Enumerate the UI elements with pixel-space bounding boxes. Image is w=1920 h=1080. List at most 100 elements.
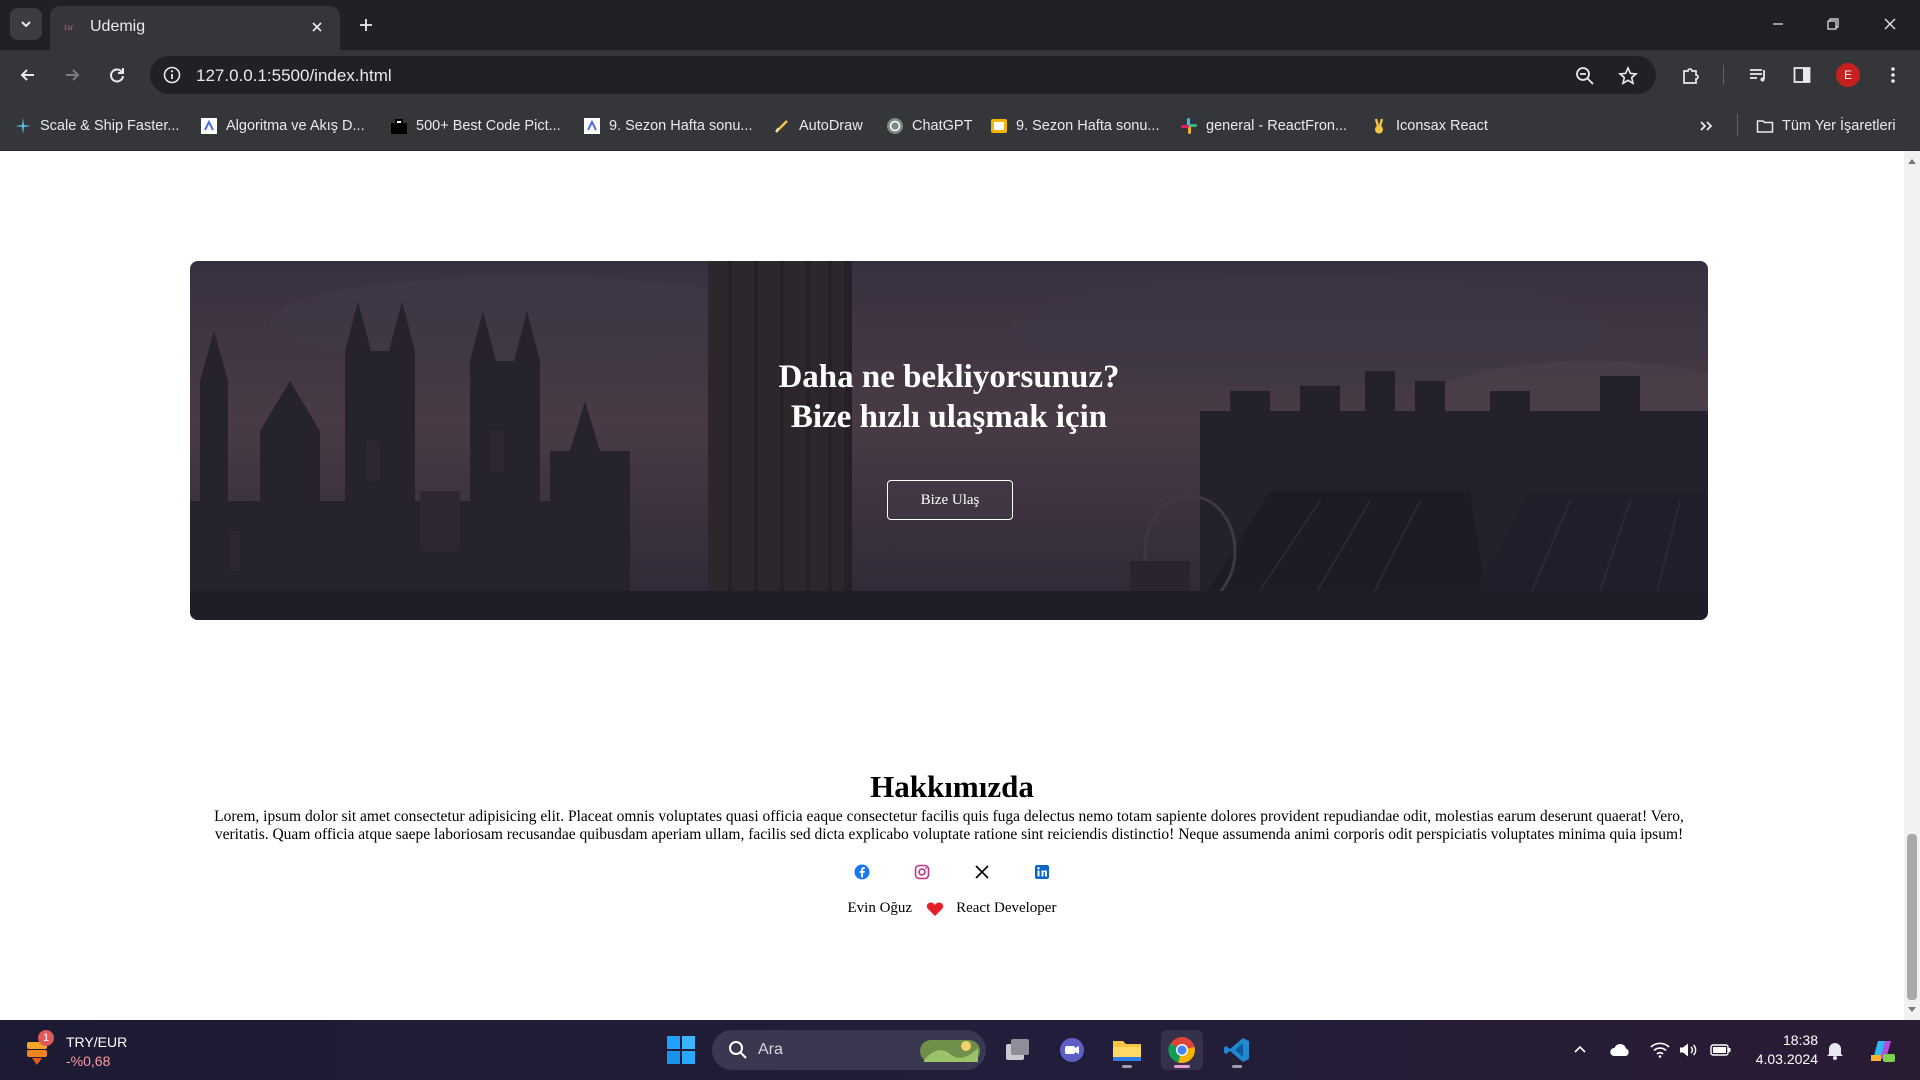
plus-icon <box>360 19 372 31</box>
close-window-button[interactable] <box>1873 8 1907 40</box>
tray-overflow-button[interactable] <box>1568 1038 1592 1062</box>
star-icon <box>1618 66 1638 85</box>
page-viewport: Daha ne bekliyorsunuz? Bize hızlı ulaşma… <box>0 151 1904 1020</box>
close-icon <box>312 22 322 32</box>
running-indicator <box>1232 1065 1242 1068</box>
widget-title: TRY/EUR <box>66 1034 128 1050</box>
footer-signature: Evin Oğuz React Developer <box>0 900 1904 917</box>
onedrive-button[interactable] <box>1608 1038 1632 1062</box>
address-bar[interactable]: 127.0.0.1:5500/index.html <box>150 56 1656 94</box>
linkedin-link[interactable] <box>1032 862 1052 882</box>
copilot-icon <box>1871 1041 1895 1062</box>
copilot-button[interactable] <box>1866 1034 1898 1066</box>
bookmark-item[interactable]: 9. Sezon Hafta sonu... <box>990 115 1159 137</box>
bookmark-item[interactable]: AutoDraw <box>773 115 863 137</box>
search-highlight-icon <box>920 1040 980 1062</box>
queue-music-icon <box>1750 69 1765 82</box>
currency-widget[interactable]: 1 TRY/EUR -%0,68 <box>22 1030 172 1072</box>
bookmark-item[interactable]: general - ReactFron... <box>1180 115 1347 137</box>
url-text[interactable]: 127.0.0.1:5500/index.html <box>196 66 392 86</box>
extensions-button[interactable] <box>1678 62 1704 88</box>
profile-avatar[interactable]: E <box>1836 63 1860 87</box>
facebook-icon <box>854 864 870 880</box>
minimize-button[interactable] <box>1761 8 1795 40</box>
facebook-link[interactable] <box>852 862 872 882</box>
scroll-down-arrow[interactable] <box>1908 1007 1916 1012</box>
video-chat-icon <box>1060 1038 1084 1062</box>
bell-icon <box>1827 1043 1843 1060</box>
udemig-favicon-icon: Ud <box>64 24 73 32</box>
vscode-button[interactable] <box>1216 1030 1258 1070</box>
taskbar-search[interactable]: Ara <box>712 1030 986 1070</box>
hero-overlay <box>190 261 1708 620</box>
back-button[interactable] <box>12 59 44 91</box>
page-scrollbar[interactable] <box>1904 151 1920 1020</box>
side-panel-button[interactable] <box>1789 62 1815 88</box>
tab-strip: Ud Udemig <box>0 0 1920 50</box>
arrow-right-icon <box>66 69 80 81</box>
widget-change: -%0,68 <box>66 1053 111 1069</box>
about-title: Hakkımızda <box>870 769 1034 804</box>
search-placeholder: Ara <box>758 1041 783 1058</box>
tab-title: Udemig <box>90 18 146 35</box>
tab-search-button[interactable] <box>10 8 42 40</box>
vscode-icon <box>1224 1038 1249 1062</box>
hero-title-line1: Daha ne bekliyorsunuz? <box>778 359 1120 395</box>
clock[interactable]: 18:38 4.03.2024 <box>1746 1031 1818 1069</box>
cloud-icon <box>1610 1043 1629 1056</box>
contact-banner: Daha ne bekliyorsunuz? Bize hızlı ulaşma… <box>190 261 1708 620</box>
more-vertical-icon <box>1891 67 1895 83</box>
tab-udemig[interactable]: Ud Udemig <box>50 6 340 50</box>
time: 18:38 <box>1782 1032 1818 1048</box>
bookmark-item[interactable]: Algoritma ve Akış D... <box>200 115 365 137</box>
bookmark-item[interactable]: Scale & Ship Faster... <box>14 115 179 137</box>
bookmark-item[interactable]: Iconsax React <box>1370 115 1488 137</box>
scroll-thumb[interactable] <box>1907 834 1917 1000</box>
battery-button[interactable] <box>1709 1038 1733 1062</box>
info-icon[interactable] <box>162 65 182 85</box>
restore-button[interactable] <box>1816 8 1850 40</box>
active-indicator <box>1174 1065 1190 1068</box>
contact-button[interactable]: Bize Ulaş <box>887 480 1013 520</box>
menu-button[interactable] <box>1880 62 1906 88</box>
bookmark-item[interactable]: 9. Sezon Hafta sonu... <box>583 115 752 137</box>
puzzle-icon <box>1683 68 1699 84</box>
bookmark-item[interactable]: ChatGPT <box>886 115 972 137</box>
zoom-out-icon <box>1576 67 1594 85</box>
forward-button[interactable] <box>56 59 88 91</box>
zoom-button[interactable] <box>1572 63 1598 89</box>
start-button[interactable] <box>660 1030 702 1070</box>
folder-icon <box>1113 1041 1141 1061</box>
file-explorer-button[interactable] <box>1106 1030 1148 1070</box>
author-role: React Developer <box>956 900 1057 916</box>
tab-close-button[interactable] <box>306 16 328 38</box>
notification-badge: 1 <box>38 1030 54 1046</box>
arrow-left-icon <box>20 69 34 81</box>
more-bookmarks-button[interactable] <box>1698 115 1714 137</box>
bookmark-item[interactable]: 500+ Best Code Pict... <box>390 115 561 137</box>
volume-button[interactable] <box>1676 1038 1700 1062</box>
chrome-button[interactable] <box>1161 1030 1203 1070</box>
bookmark-star-button[interactable] <box>1615 63 1641 89</box>
bookmarks-separator <box>1737 114 1738 136</box>
x-link[interactable] <box>972 862 992 882</box>
teams-chat-button[interactable] <box>1051 1030 1093 1070</box>
instagram-link[interactable] <box>912 862 932 882</box>
new-tab-button[interactable] <box>352 11 380 39</box>
reload-button[interactable] <box>101 59 133 91</box>
document-icon <box>584 118 600 134</box>
task-view-button[interactable] <box>997 1030 1039 1070</box>
wifi-button[interactable] <box>1648 1038 1672 1062</box>
date: 4.03.2024 <box>1755 1051 1818 1067</box>
document-icon <box>201 118 217 134</box>
media-button[interactable] <box>1745 62 1771 88</box>
sparkle-icon <box>15 118 31 134</box>
notifications-button[interactable] <box>1823 1038 1847 1062</box>
windows-logo-icon <box>667 1036 695 1064</box>
toolbar-separator <box>1723 65 1724 85</box>
chevron-up-icon <box>1574 1045 1586 1053</box>
scroll-up-arrow[interactable] <box>1908 159 1916 164</box>
speaker-icon <box>1680 1043 1697 1057</box>
all-bookmarks-button[interactable]: Tüm Yer İşaretleri <box>1756 115 1896 137</box>
browser-toolbar: 127.0.0.1:5500/index.html E <box>0 50 1920 100</box>
